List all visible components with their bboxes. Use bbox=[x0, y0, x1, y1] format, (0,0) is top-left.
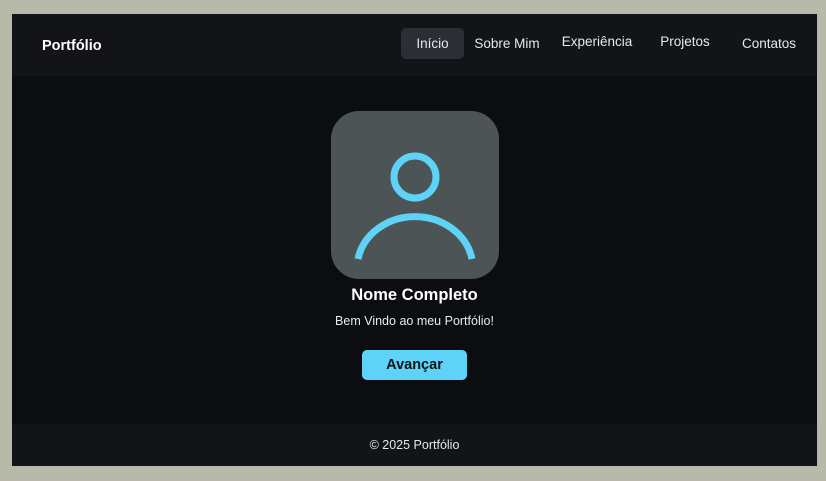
welcome-tagline: Bem Vindo ao meu Portfólio! bbox=[335, 314, 494, 328]
profile-name: Nome Completo bbox=[351, 286, 478, 304]
nav-item-contatos[interactable]: Contatos bbox=[729, 28, 809, 59]
nav-item-experiencia[interactable]: Experiência bbox=[555, 26, 639, 57]
footer-copyright: © 2025 Portfólio bbox=[369, 438, 460, 452]
navbar: Portfólio Início Sobre Mim Experiência P… bbox=[12, 14, 817, 76]
nav-item-inicio[interactable]: Início bbox=[401, 28, 464, 59]
footer: © 2025 Portfólio bbox=[12, 424, 817, 466]
avatar bbox=[331, 111, 499, 279]
nav-item-projetos[interactable]: Projetos bbox=[649, 26, 721, 57]
hero-section: Nome Completo Bem Vindo ao meu Portfólio… bbox=[12, 76, 817, 424]
user-icon bbox=[354, 152, 476, 260]
brand-logo[interactable]: Portfólio bbox=[42, 38, 102, 54]
advance-button[interactable]: Avançar bbox=[362, 350, 467, 380]
page-frame: Portfólio Início Sobre Mim Experiência P… bbox=[12, 14, 817, 466]
nav-item-sobre-mim[interactable]: Sobre Mim bbox=[465, 28, 549, 59]
